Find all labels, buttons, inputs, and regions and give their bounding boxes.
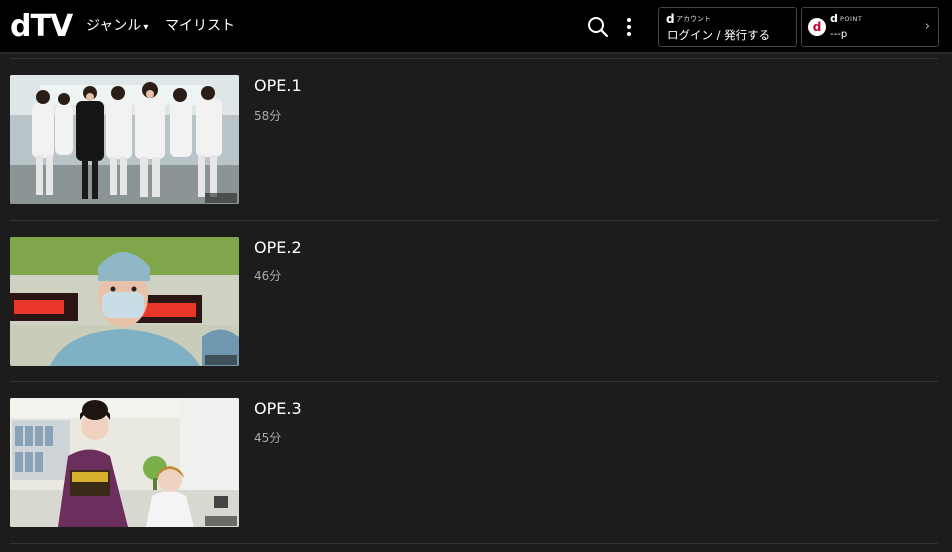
more-vertical-icon[interactable] bbox=[620, 15, 638, 39]
d-point-logo: d bbox=[830, 12, 838, 25]
episode-thumbnail[interactable] bbox=[10, 237, 239, 366]
dtv-logo[interactable]: dTV bbox=[10, 10, 73, 44]
divider bbox=[10, 220, 938, 221]
d-point-value: ---p bbox=[830, 29, 848, 40]
divider bbox=[10, 381, 938, 382]
episode-duration: 45分 bbox=[254, 431, 282, 445]
chevron-down-icon: ▾ bbox=[143, 22, 149, 33]
nav-genre-label: ジャンル bbox=[86, 18, 142, 34]
d-point-button[interactable]: d d POINT ---p › bbox=[801, 7, 939, 47]
episode-duration: 58分 bbox=[254, 109, 282, 123]
divider bbox=[10, 543, 938, 544]
episode-title[interactable]: OPE.3 bbox=[254, 399, 302, 418]
divider bbox=[10, 58, 938, 59]
episode-item-1[interactable]: OPE.1 58分 bbox=[0, 74, 952, 204]
episode-title[interactable]: OPE.1 bbox=[254, 76, 302, 95]
chevron-right-icon: › bbox=[924, 19, 930, 34]
d-point-small-label: POINT bbox=[840, 15, 863, 23]
header-bar: dTV ジャンル ▾ マイリスト d アカウント ログイン / 発行する d d … bbox=[0, 0, 952, 54]
episode-title[interactable]: OPE.2 bbox=[254, 238, 302, 257]
episode-item-3[interactable]: OPE.3 45分 bbox=[0, 397, 952, 527]
episode-item-2[interactable]: OPE.2 46分 bbox=[0, 236, 952, 366]
nav-mylist-link[interactable]: マイリスト bbox=[165, 17, 235, 35]
search-icon[interactable] bbox=[586, 15, 610, 39]
d-point-badge-icon: d bbox=[808, 18, 826, 36]
d-account-login-button[interactable]: d アカウント ログイン / 発行する bbox=[658, 7, 797, 47]
episode-thumbnail[interactable] bbox=[10, 75, 239, 204]
login-label: ログイン / 発行する bbox=[667, 28, 771, 42]
nav-genre-menu[interactable]: ジャンル ▾ bbox=[86, 17, 148, 37]
episode-duration: 46分 bbox=[254, 269, 282, 283]
d-account-small-label: アカウント bbox=[676, 15, 711, 23]
d-account-logo: d bbox=[666, 12, 675, 26]
episode-thumbnail[interactable] bbox=[10, 398, 239, 527]
